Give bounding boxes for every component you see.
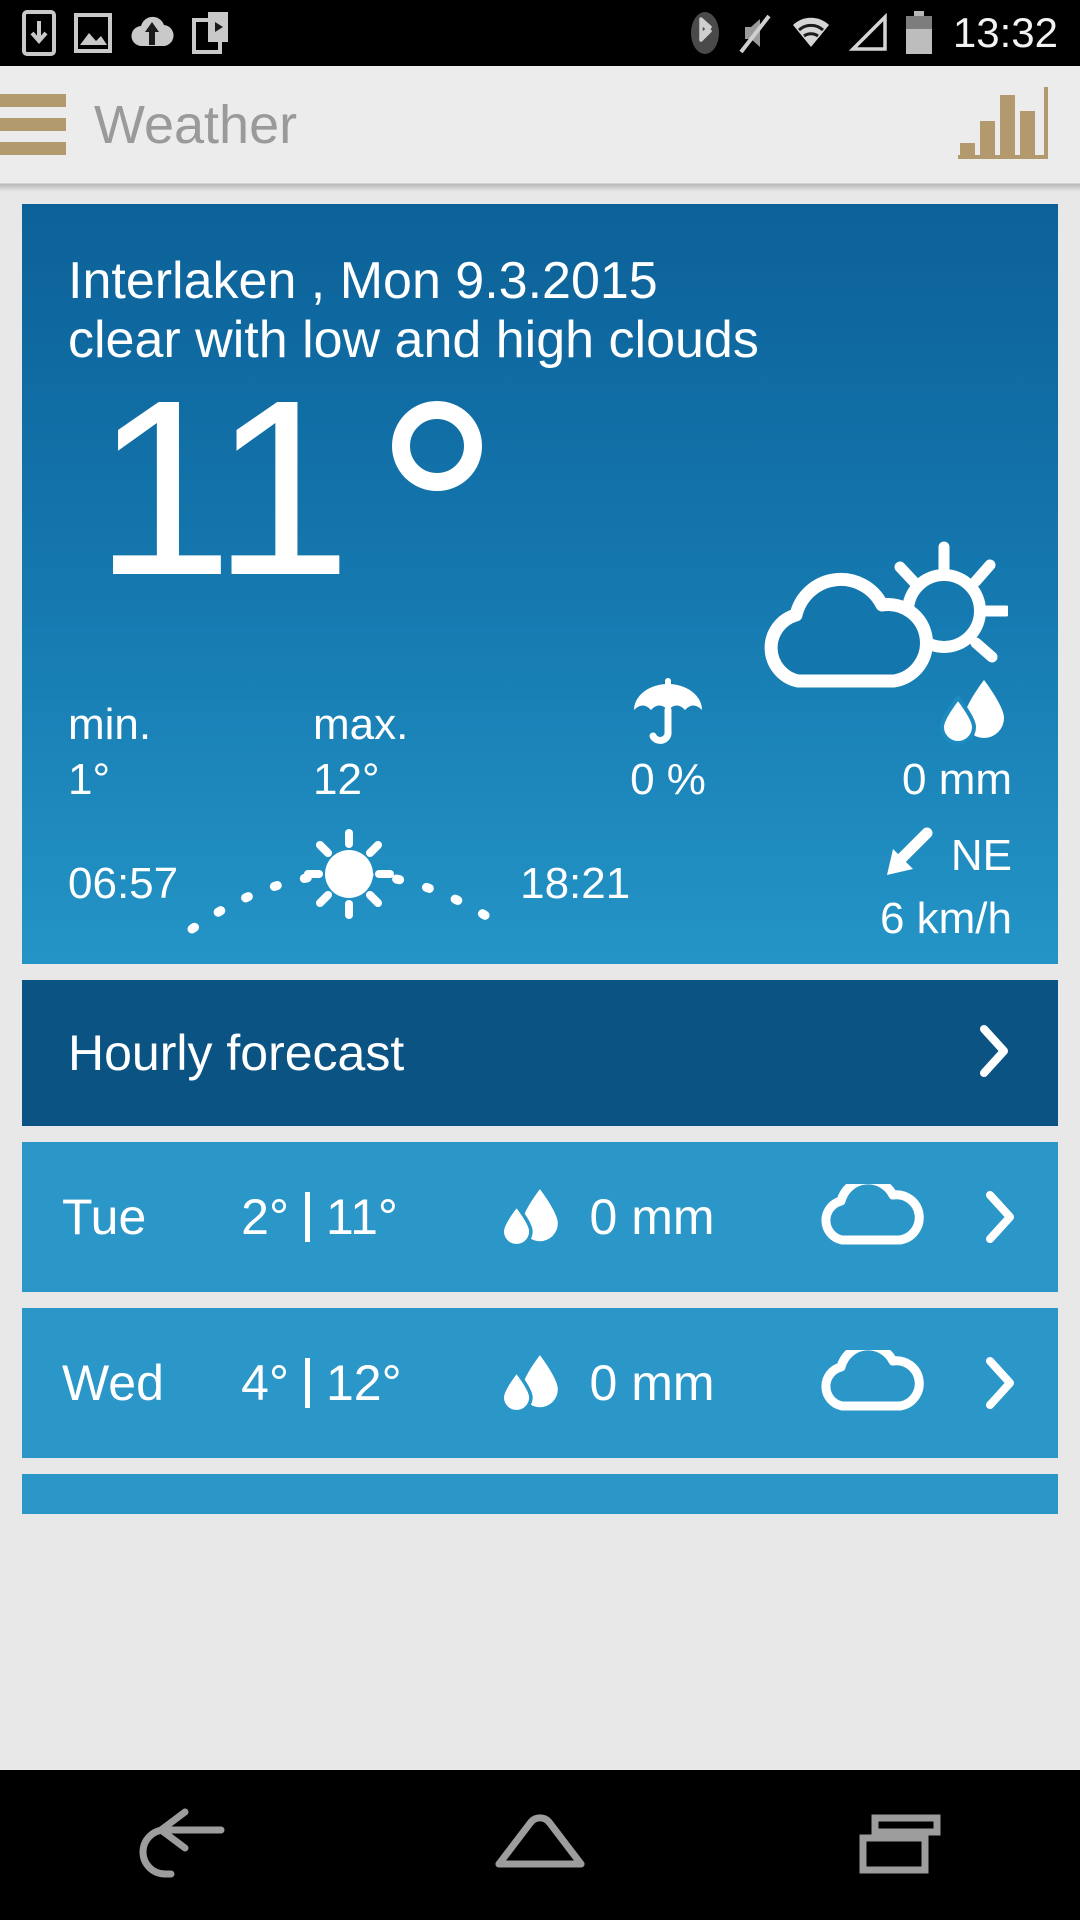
umbrella-icon bbox=[629, 674, 707, 746]
max-label: max. bbox=[313, 700, 409, 750]
battery-icon bbox=[905, 11, 932, 54]
raindrops-icon bbox=[470, 1350, 589, 1416]
day-temp-min: 2° bbox=[241, 1189, 289, 1245]
temp-separator bbox=[304, 1192, 310, 1242]
location-date-text: Interlaken , Mon 9.3.2015 bbox=[68, 252, 658, 310]
status-bar-clock: 13:32 bbox=[952, 9, 1058, 56]
rain-amount-value: 0 mm bbox=[902, 755, 1012, 804]
min-value: 1° bbox=[68, 755, 111, 804]
min-temperature: min. 1° bbox=[68, 699, 313, 807]
cloud-upload-icon bbox=[131, 16, 174, 47]
wind-info: NE 6 km/h bbox=[762, 825, 1012, 944]
current-card-header: Interlaken , Mon 9.3.2015 clear with low… bbox=[22, 204, 1058, 371]
page-title: Weather bbox=[94, 94, 298, 155]
navigation-bar bbox=[0, 1770, 1080, 1920]
rain-amount: 0 mm bbox=[793, 674, 1012, 807]
forecast-row-tue[interactable]: Tue 2° 11° 0 mm bbox=[22, 1142, 1058, 1292]
hamburger-menu-icon[interactable] bbox=[0, 94, 66, 155]
cloud-icon bbox=[818, 1350, 928, 1416]
forecast-row-wed[interactable]: Wed 4° 12° 0 mm bbox=[22, 1308, 1058, 1458]
degree-symbol bbox=[392, 400, 482, 491]
max-temperature: max. 12° bbox=[313, 699, 543, 807]
sunset-time: 18:21 bbox=[520, 859, 631, 908]
wind-arrow-southwest-icon bbox=[877, 825, 935, 888]
raindrops-icon bbox=[934, 674, 1012, 746]
cloud-icon bbox=[818, 1184, 928, 1250]
day-temp-max: 11° bbox=[325, 1189, 398, 1245]
day-temperature-range: 2° 11° bbox=[241, 1188, 470, 1246]
chevron-right-icon bbox=[978, 1023, 1012, 1084]
back-arrow-icon[interactable] bbox=[125, 1808, 235, 1883]
sun-arc bbox=[184, 829, 514, 939]
bluetooth-icon bbox=[690, 12, 719, 54]
day-rain-amount: 0 mm bbox=[589, 1355, 715, 1411]
scroll-content: Interlaken , Mon 9.3.2015 clear with low… bbox=[0, 192, 1080, 1770]
hourly-forecast-label: Hourly forecast bbox=[68, 1025, 405, 1081]
temperature-block: 11 bbox=[22, 362, 1058, 688]
app-bar-shadow bbox=[0, 184, 1080, 192]
home-icon[interactable] bbox=[485, 1808, 595, 1883]
current-conditions-card[interactable]: Interlaken , Mon 9.3.2015 clear with low… bbox=[22, 204, 1058, 964]
day-temp-max: 12° bbox=[325, 1355, 402, 1411]
forecast-row-partial[interactable] bbox=[22, 1474, 1058, 1514]
status-bar: 13:32 bbox=[0, 0, 1080, 66]
day-name: Wed bbox=[62, 1355, 164, 1411]
app-bar: Weather bbox=[0, 66, 1080, 184]
status-bar-left-icons bbox=[0, 10, 230, 56]
image-icon bbox=[74, 13, 112, 53]
day-temperature-range: 4° 12° bbox=[241, 1354, 470, 1412]
rain-probability-value: 0 % bbox=[630, 755, 706, 804]
day-name: Tue bbox=[62, 1189, 147, 1245]
current-stats-row: min. 1° max. 12° 0 % 0 mm bbox=[22, 674, 1058, 807]
wifi-icon bbox=[792, 17, 829, 47]
signal-icon bbox=[848, 13, 887, 51]
bar-chart-icon[interactable] bbox=[958, 86, 1050, 159]
recent-apps-icon[interactable] bbox=[845, 1808, 955, 1883]
raindrops-icon bbox=[470, 1184, 589, 1250]
day-rain-amount: 0 mm bbox=[589, 1189, 715, 1245]
current-temperature: 11 bbox=[94, 347, 352, 627]
video-clip-icon bbox=[192, 12, 228, 54]
sunrise-time: 06:57 bbox=[68, 859, 179, 908]
phone-screen: 13:32 Weather Interlaken , Mon 9.3.2015 bbox=[0, 0, 1080, 1920]
max-value: 12° bbox=[313, 755, 380, 804]
chevron-right-icon bbox=[928, 1355, 1018, 1411]
mute-icon bbox=[739, 14, 771, 54]
sunrise-sunset: 06:57 18:21 bbox=[68, 824, 762, 944]
temp-separator bbox=[304, 1358, 310, 1408]
hourly-forecast-row[interactable]: Hourly forecast bbox=[22, 980, 1058, 1126]
day-temp-min: 4° bbox=[241, 1355, 289, 1411]
download-icon bbox=[22, 10, 56, 56]
chevron-right-icon bbox=[928, 1189, 1018, 1245]
wind-direction-value: NE bbox=[950, 831, 1012, 880]
wind-speed-value: 6 km/h bbox=[879, 893, 1012, 943]
sun-wind-row: 06:57 18:21 NE 6 km/h bbox=[22, 824, 1058, 944]
min-label: min. bbox=[68, 700, 152, 750]
status-bar-right-icons: 13:32 bbox=[689, 10, 1080, 56]
rain-probability: 0 % bbox=[543, 674, 793, 807]
wind-direction-row: NE bbox=[877, 825, 1012, 888]
